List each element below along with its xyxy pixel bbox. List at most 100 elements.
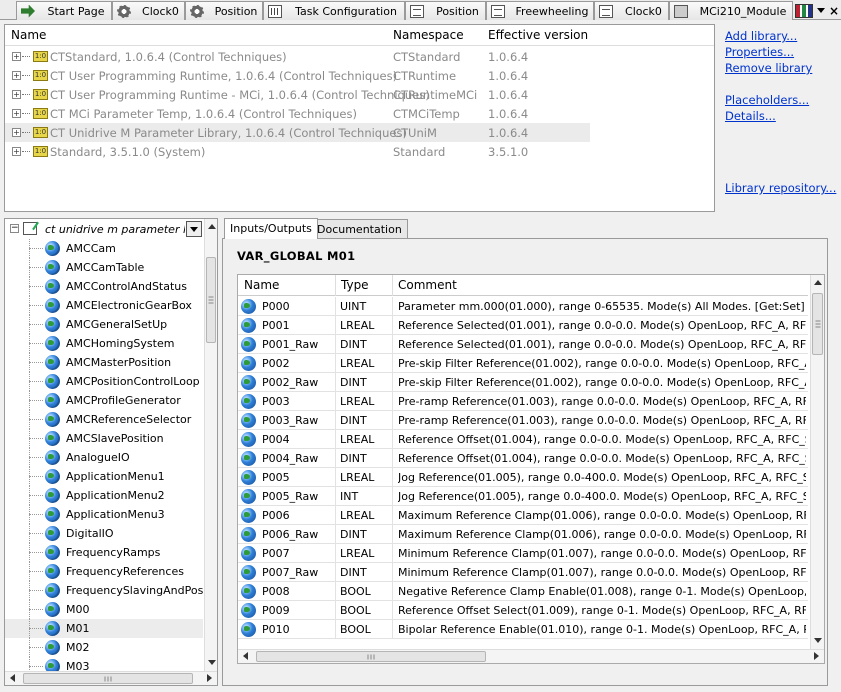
table-row[interactable]: P002_Raw DINT Pre-skip Filter Reference(01… (238, 373, 808, 392)
tree-item[interactable]: DigitalIO (5, 524, 203, 543)
expand-icon[interactable]: + (12, 128, 21, 137)
tree-item[interactable]: AMCSlavePosition (5, 429, 203, 448)
placeholders-link[interactable]: Placeholders... (725, 93, 809, 107)
tree-item[interactable]: AMCHomingSystem (5, 334, 203, 353)
library-row[interactable]: +1:0 CT User Programming Runtime - MCi, 1… (5, 85, 714, 104)
tab-documentation[interactable]: Documentation (311, 219, 408, 238)
tab-clock0-2[interactable]: Clock0 (594, 1, 669, 20)
expand-icon[interactable]: + (12, 147, 21, 156)
tree-dropdown-button[interactable] (186, 221, 202, 237)
tree-item[interactable]: AnalogueIO (5, 448, 203, 467)
tree-item[interactable]: AMCCam (5, 239, 203, 258)
library-row[interactable]: +1:0 CT MCi Parameter Temp, 1.0.6.4 (Cont… (5, 104, 714, 123)
tree-item[interactable]: FrequencyReferences (5, 562, 203, 581)
library-row[interactable]: +1:0 CTStandard, 1.0.6.4 (Control Techniq… (5, 47, 714, 66)
tab-position[interactable]: Position (185, 1, 263, 20)
table-row[interactable]: P006 LREAL Maximum Reference Clamp(01.006)… (238, 506, 808, 525)
expand-icon[interactable]: + (12, 52, 21, 61)
expand-icon[interactable]: + (12, 71, 21, 80)
tab-mci210-module[interactable]: MCi210_Module (669, 1, 793, 20)
table-horizontal-scrollbar[interactable] (238, 649, 824, 663)
tab-label: Position (214, 4, 258, 18)
tree-item[interactable]: ApplicationMenu3 (5, 505, 203, 524)
tree-item[interactable]: AMCMasterPosition (5, 353, 203, 372)
tab-inputs-outputs[interactable]: Inputs/Outputs (224, 218, 318, 239)
scroll-down-icon[interactable] (205, 655, 217, 671)
expand-icon[interactable]: + (12, 90, 21, 99)
tree-horizontal-scrollbar[interactable] (5, 671, 217, 685)
table-row[interactable]: P004_Raw DINT Reference Offset(01.004), ra… (238, 449, 808, 468)
scroll-left-icon[interactable] (238, 650, 254, 663)
tab-task-configuration[interactable]: Task Configuration (263, 1, 405, 20)
scrollbar-thumb[interactable] (812, 293, 823, 355)
column-header-name[interactable]: Name (11, 28, 46, 42)
table-row[interactable]: P005_Raw INT Jog Reference(01.005), range … (238, 487, 808, 506)
tab-list-dropdown-icon[interactable] (816, 8, 825, 13)
table-row[interactable]: P001 LREAL Reference Selected(01.001), ran… (238, 316, 808, 335)
scroll-up-icon[interactable] (811, 275, 824, 291)
variable-name: P004 (262, 433, 290, 446)
collapse-icon[interactable]: − (10, 224, 19, 233)
table-row[interactable]: P000 UINT Parameter mm.000(01.000), range … (238, 297, 808, 316)
add-library-link[interactable]: Add library... (725, 29, 797, 43)
variable-name: P003 (262, 395, 290, 408)
details-link[interactable]: Details... (725, 109, 776, 123)
table-row[interactable]: P010 BOOL Bipolar Reference Enable(01.010)… (238, 620, 808, 639)
table-row[interactable]: P008 BOOL Negative Reference Clamp Enable(… (238, 582, 808, 601)
tree-item[interactable]: AMCPositionControlLoop (5, 372, 203, 391)
column-header-name[interactable]: Name (244, 278, 279, 292)
tree-item[interactable]: ApplicationMenu2 (5, 486, 203, 505)
table-row[interactable]: P009 BOOL Reference Offset Select(01.009),… (238, 601, 808, 620)
tree-item[interactable]: M00 (5, 600, 203, 619)
tree-item[interactable]: AMCProfileGenerator (5, 391, 203, 410)
table-row[interactable]: P003 LREAL Pre-ramp Reference(01.003), ran… (238, 392, 808, 411)
scroll-up-icon[interactable] (205, 219, 217, 235)
table-row[interactable]: P002 LREAL Pre-skip Filter Reference(01.00… (238, 354, 808, 373)
tree-item[interactable]: AMCCamTable (5, 258, 203, 277)
scroll-right-icon[interactable] (808, 650, 824, 663)
tree-item[interactable]: FrequencySlavingAndPosition (5, 581, 217, 600)
close-icon[interactable]: × (829, 4, 839, 18)
tab-clock0[interactable]: Clock0 (112, 1, 185, 20)
variable-name: P005 (262, 471, 290, 484)
expand-icon[interactable]: + (12, 109, 21, 118)
library-row[interactable]: +1:0 Standard, 3.5.1.0 (System) Standard 3.… (5, 142, 714, 161)
tree-item[interactable]: AMCGeneralSetUp (5, 315, 203, 334)
properties-link[interactable]: Properties... (725, 45, 794, 59)
tab-position-2[interactable]: Position (405, 1, 486, 20)
tree-item[interactable]: AMCElectronicGearBox (5, 296, 203, 315)
column-header-comment[interactable]: Comment (398, 278, 457, 292)
scrollbar-thumb[interactable] (206, 257, 216, 343)
table-row[interactable]: P007 LREAL Minimum Reference Clamp(01.007)… (238, 544, 808, 563)
table-row[interactable]: P006_Raw DINT Maximum Reference Clamp(01.0… (238, 525, 808, 544)
tree-item[interactable]: M01 (5, 619, 203, 638)
tree-item[interactable]: FrequencyRamps (5, 543, 203, 562)
scrollbar-thumb[interactable] (23, 673, 193, 684)
column-header-namespace[interactable]: Namespace (393, 28, 464, 42)
table-row[interactable]: P004 LREAL Reference Offset(01.004), range… (238, 430, 808, 449)
library-repository-link[interactable]: Library repository... (725, 181, 836, 195)
table-row[interactable]: P003_Raw DINT Pre-ramp Reference(01.003), … (238, 411, 808, 430)
table-vertical-scrollbar[interactable] (810, 275, 824, 649)
scroll-right-icon[interactable] (201, 672, 217, 685)
scrollbar-thumb[interactable] (256, 651, 486, 662)
tab-freewheeling[interactable]: Freewheeling (486, 1, 594, 20)
table-row[interactable]: P005 LREAL Jog Reference(01.005), range 0.… (238, 468, 808, 487)
tree-vertical-scrollbar[interactable] (204, 219, 217, 671)
library-row[interactable]: +1:0 CT Unidrive M Parameter Library, 1.0… (5, 123, 590, 142)
library-manager-icon[interactable] (795, 3, 813, 18)
scroll-down-icon[interactable] (811, 633, 824, 649)
remove-library-link[interactable]: Remove library (725, 61, 812, 75)
tree-item[interactable]: AMCReferenceSelector (5, 410, 203, 429)
table-row[interactable]: P007_Raw DINT Minimum Reference Clamp(01.0… (238, 563, 808, 582)
table-row[interactable]: P001_Raw DINT Reference Selected(01.001), … (238, 335, 808, 354)
tree-root[interactable]: − ct unidrive m parameter library (5, 219, 205, 239)
tree-item[interactable]: AMCControlAndStatus (5, 277, 203, 296)
column-header-type[interactable]: Type (341, 278, 369, 292)
library-row[interactable]: +1:0 CT User Programming Runtime, 1.0.6.4… (5, 66, 714, 85)
tab-start-page[interactable]: Start Page (16, 1, 112, 20)
column-header-version[interactable]: Effective version (488, 28, 588, 42)
tree-item[interactable]: M02 (5, 638, 203, 657)
scroll-left-icon[interactable] (5, 672, 21, 685)
tree-item[interactable]: ApplicationMenu1 (5, 467, 203, 486)
